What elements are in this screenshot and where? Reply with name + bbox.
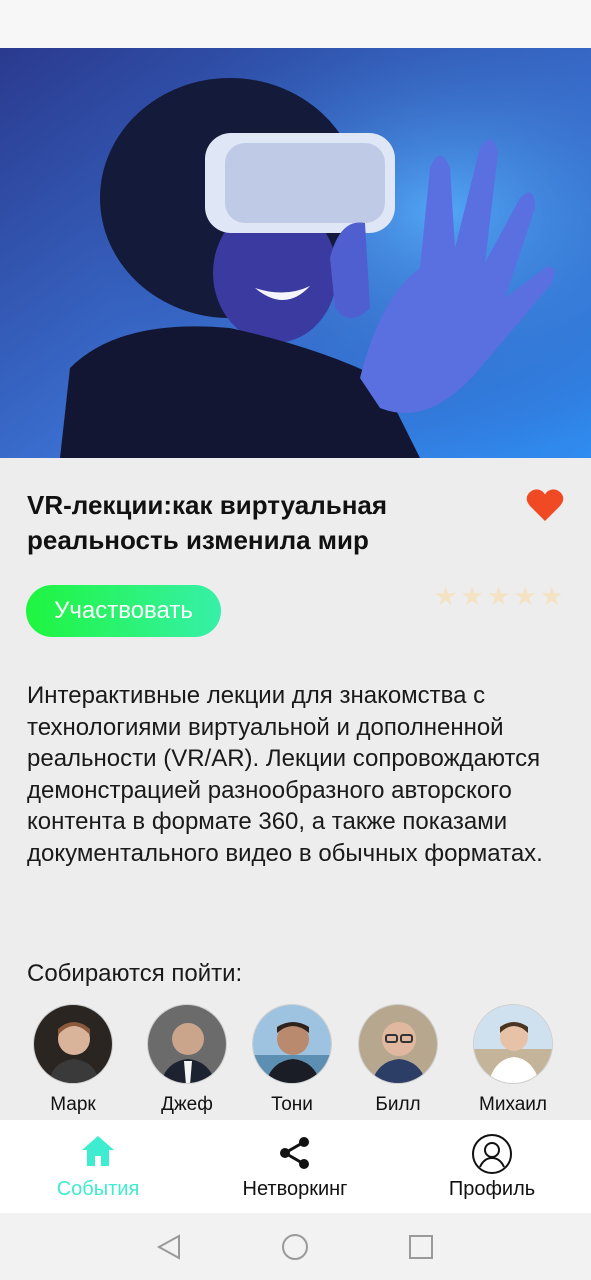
attendee-item[interactable]: Джеф bbox=[132, 1004, 242, 1116]
attendee-name: Марк bbox=[50, 1094, 96, 1115]
attendee-name: Михаил bbox=[479, 1094, 547, 1115]
attendee-name: Джеф bbox=[161, 1094, 213, 1115]
star-icon[interactable]: ★ bbox=[434, 583, 458, 609]
event-cover-image bbox=[0, 48, 591, 458]
attendee-item[interactable]: Тони bbox=[237, 1004, 347, 1116]
system-navigation-bar bbox=[0, 1213, 591, 1280]
avatar bbox=[252, 1004, 332, 1084]
star-icon[interactable]: ★ bbox=[540, 583, 564, 609]
tab-label: События bbox=[56, 1178, 140, 1200]
status-bar bbox=[0, 0, 591, 48]
home-icon bbox=[82, 1136, 114, 1166]
event-title: VR-лекции:как виртуальная реальность изм… bbox=[27, 490, 388, 555]
attendee-name: Билл bbox=[375, 1094, 421, 1115]
event-description: Интерактивные лекции для знакомства с те… bbox=[27, 682, 543, 867]
star-icon[interactable]: ★ bbox=[487, 583, 511, 609]
attendee-item[interactable]: Марк bbox=[18, 1004, 128, 1116]
bottom-tab-bar: События Нетворкинг Профиль bbox=[0, 1120, 591, 1213]
attendees-heading: Собираются пойти: bbox=[27, 960, 243, 987]
attendee-item[interactable]: Билл bbox=[343, 1004, 453, 1116]
tab-label: Профиль bbox=[448, 1178, 536, 1200]
avatar bbox=[358, 1004, 438, 1084]
rating-stars[interactable]: ★ ★ ★ ★ ★ bbox=[434, 583, 564, 610]
star-icon[interactable]: ★ bbox=[514, 583, 538, 609]
back-icon[interactable] bbox=[155, 1233, 183, 1261]
join-button[interactable]: Участвовать bbox=[26, 585, 221, 637]
event-details: VR-лекции:как виртуальная реальность изм… bbox=[0, 458, 591, 1120]
attendees-list: Марк Джеф Тони Билл Михаил bbox=[0, 1004, 591, 1120]
recents-icon[interactable] bbox=[407, 1233, 435, 1261]
tab-label: Нетворкинг bbox=[242, 1178, 348, 1200]
avatar bbox=[33, 1004, 113, 1084]
favorite-heart-icon[interactable] bbox=[526, 488, 564, 522]
tab-networking[interactable]: Нетворкинг bbox=[215, 1120, 375, 1213]
attendee-name: Тони bbox=[271, 1094, 313, 1115]
avatar bbox=[147, 1004, 227, 1084]
avatar bbox=[473, 1004, 553, 1084]
home-circle-icon[interactable] bbox=[281, 1233, 309, 1261]
attendee-item[interactable]: Михаил bbox=[458, 1004, 568, 1116]
star-icon[interactable]: ★ bbox=[461, 583, 485, 609]
share-icon bbox=[280, 1137, 309, 1169]
user-icon bbox=[472, 1134, 512, 1174]
tab-profile[interactable]: Профиль bbox=[412, 1120, 572, 1213]
tab-events[interactable]: События bbox=[18, 1120, 178, 1213]
